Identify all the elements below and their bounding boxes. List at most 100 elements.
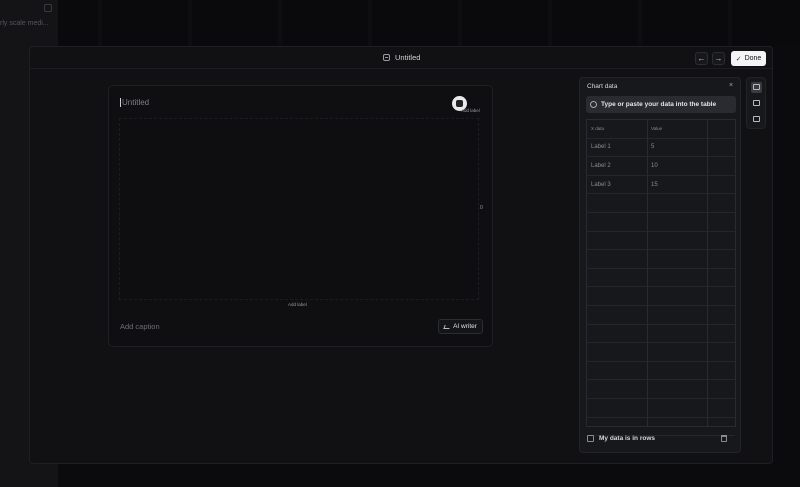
trash-icon[interactable] [721,435,727,442]
table-cell[interactable] [707,325,737,343]
table-row [587,362,735,381]
table-cell[interactable] [587,418,647,436]
info-icon [590,101,597,108]
done-label: Done [744,55,762,62]
side-toolbar [746,77,766,129]
arrow-left-icon: ← [697,54,706,63]
panel-hint-text: Type or paste your data into the table [601,101,717,108]
table-row [587,250,735,269]
table-row: Label 3 15 [587,176,735,195]
back-button[interactable]: ← [695,52,708,65]
table-header-cell: X data [591,126,605,132]
table-icon [753,84,760,90]
caption-input[interactable]: Add caption [120,322,160,331]
chart-editor-modal: Untitled ← → ✓ Done Untitled Add label 0… [29,46,773,464]
table-cell[interactable] [707,269,737,287]
forward-button[interactable]: → [712,52,725,65]
table-cell[interactable] [587,306,647,324]
table-cell[interactable]: 15 [647,176,707,194]
table-header-cell: Value [651,126,663,132]
table-cell[interactable] [707,418,737,436]
table-cell[interactable] [647,250,707,268]
chart-data-panel: Chart data × Type or paste your data int… [579,77,741,453]
table-cell[interactable] [647,232,707,250]
close-icon[interactable]: × [729,82,733,89]
tool-style-button[interactable] [751,98,762,109]
table-cell[interactable] [647,418,707,436]
table-cell[interactable]: 5 [647,139,707,157]
chart-title-input[interactable]: Untitled [120,98,149,107]
table-cell[interactable] [587,194,647,212]
table-cell[interactable] [707,306,737,324]
table-row [587,325,735,344]
table-row [587,306,735,325]
table-cell[interactable] [587,399,647,417]
table-cell[interactable] [587,343,647,361]
tool-data-button[interactable] [751,82,762,93]
table-cell[interactable] [707,380,737,398]
table-cell[interactable] [647,194,707,212]
modal-title: Untitled [383,53,420,62]
table-cell[interactable] [647,343,707,361]
ai-writer-button[interactable]: AI writer [438,319,483,334]
table-cell[interactable] [647,399,707,417]
background-canvas [58,0,800,46]
table-row: Label 15 [587,139,735,158]
table-cell[interactable] [587,380,647,398]
table-column-divider [647,120,648,426]
table-cell[interactable] [647,325,707,343]
table-row [587,380,735,399]
export-icon [753,116,760,122]
table-cell[interactable]: Label 1 [587,139,647,157]
rows-checkbox-label: My data is in rows [599,435,655,442]
add-label-y-axis[interactable]: Add label [461,108,480,113]
table-row [587,287,735,306]
done-button[interactable]: ✓ Done [731,51,766,66]
table-cell[interactable] [587,325,647,343]
panel-title: Chart data [587,83,618,90]
sidebar-collapse-icon [44,4,52,12]
rows-toggle[interactable]: My data is in rows [587,435,655,442]
table-cell[interactable] [587,362,647,380]
table-header-cell [707,120,737,138]
table-cell[interactable] [647,362,707,380]
table-cell[interactable] [647,287,707,305]
table-cell[interactable]: 10 [647,157,707,175]
table-cell[interactable] [707,194,737,212]
table-cell[interactable] [707,343,737,361]
table-cell[interactable] [587,232,647,250]
table-cell[interactable] [587,213,647,231]
data-table: X data Value Label 1 5 Label 2 10 Label 3 15 [586,119,737,437]
table-row: Label 2 10 [587,157,735,176]
table-row [587,232,735,251]
modal-header: Untitled ← → ✓ Done [30,47,772,69]
add-label-x-axis[interactable]: Add label [288,302,307,307]
table-cell[interactable] [707,213,737,231]
y-axis-tick: 0 [480,205,483,211]
table-cell[interactable] [707,399,737,417]
table-cell[interactable]: Label 3 [587,176,647,194]
table-cell[interactable] [707,287,737,305]
tool-export-button[interactable] [751,114,762,125]
modal-title-text: Untitled [395,53,421,62]
arrow-right-icon: → [714,54,723,63]
table-cell[interactable] [587,250,647,268]
table-cell[interactable]: Label 2 [587,157,647,175]
table-cell[interactable] [587,287,647,305]
table-cell[interactable] [707,157,737,175]
table-header-row: X data Value [587,120,735,139]
chart-card: Untitled Add label 0 Add label Add capti… [108,85,493,347]
table-cell[interactable] [587,269,647,287]
table-cell[interactable] [707,232,737,250]
rows-checkbox[interactable] [587,435,594,442]
table-cell[interactable] [647,306,707,324]
table-cell[interactable] [707,362,737,380]
ai-writer-label: AI writer [453,323,477,330]
table-row [587,418,735,437]
table-cell[interactable] [647,380,707,398]
table-cell[interactable] [707,139,737,157]
table-cell[interactable] [647,269,707,287]
table-cell[interactable] [647,213,707,231]
table-cell[interactable] [707,176,737,194]
table-cell[interactable] [707,250,737,268]
